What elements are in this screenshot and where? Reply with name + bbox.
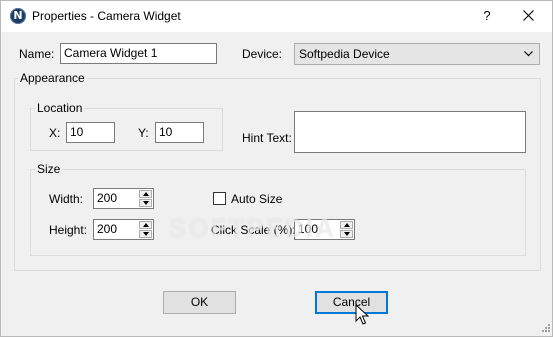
width-value: 200: [97, 191, 118, 205]
appearance-group-label: Appearance: [18, 71, 87, 85]
help-button[interactable]: ?: [464, 1, 510, 31]
app-logo-icon: N: [10, 8, 26, 24]
device-label: Device:: [242, 47, 283, 61]
width-stepper[interactable]: 200: [93, 188, 154, 209]
width-decrement-button[interactable]: [139, 199, 152, 207]
hint-text-input[interactable]: [294, 111, 526, 153]
properties-dialog: N Properties - Camera Widget ? Name: Cam…: [0, 0, 553, 337]
click-scale-increment-button[interactable]: [340, 221, 353, 229]
hint-text-label: Hint Text:: [242, 131, 292, 145]
size-group: [30, 169, 526, 256]
name-label: Name:: [19, 47, 55, 61]
click-scale-value: 100: [298, 222, 319, 236]
title-bar[interactable]: N Properties - Camera Widget ?: [1, 1, 552, 32]
y-label: Y:: [138, 126, 149, 140]
size-group-label: Size: [35, 162, 63, 176]
click-scale-stepper[interactable]: 100: [294, 219, 355, 240]
x-label: X:: [49, 126, 61, 140]
height-stepper[interactable]: 200: [93, 219, 154, 240]
mouse-pointer-icon: [355, 304, 369, 325]
device-dropdown-value: Softpedia Device: [299, 47, 390, 61]
resize-grip-icon[interactable]: [539, 323, 551, 335]
cancel-button[interactable]: Cancel: [315, 291, 388, 314]
height-increment-button[interactable]: [139, 221, 152, 229]
chevron-down-icon: [524, 51, 533, 57]
y-input[interactable]: 10: [155, 122, 204, 143]
height-value: 200: [97, 222, 118, 236]
location-group-label: Location: [35, 101, 85, 115]
width-label: Width:: [49, 192, 84, 206]
device-dropdown[interactable]: Softpedia Device: [294, 43, 540, 65]
click-scale-decrement-button[interactable]: [340, 230, 353, 238]
click-scale-label: Click Scale (%):: [211, 223, 296, 237]
height-label: Height:: [49, 223, 88, 237]
name-input[interactable]: Camera Widget 1: [60, 43, 217, 64]
close-button[interactable]: [506, 1, 552, 31]
x-input[interactable]: 10: [66, 122, 115, 143]
width-increment-button[interactable]: [139, 190, 152, 198]
ok-button[interactable]: OK: [163, 291, 236, 314]
window-title: Properties - Camera Widget: [32, 9, 181, 23]
height-decrement-button[interactable]: [139, 230, 152, 238]
auto-size-checkbox[interactable]: [213, 192, 226, 205]
auto-size-label[interactable]: Auto Size: [231, 192, 282, 206]
close-icon: [523, 10, 534, 21]
